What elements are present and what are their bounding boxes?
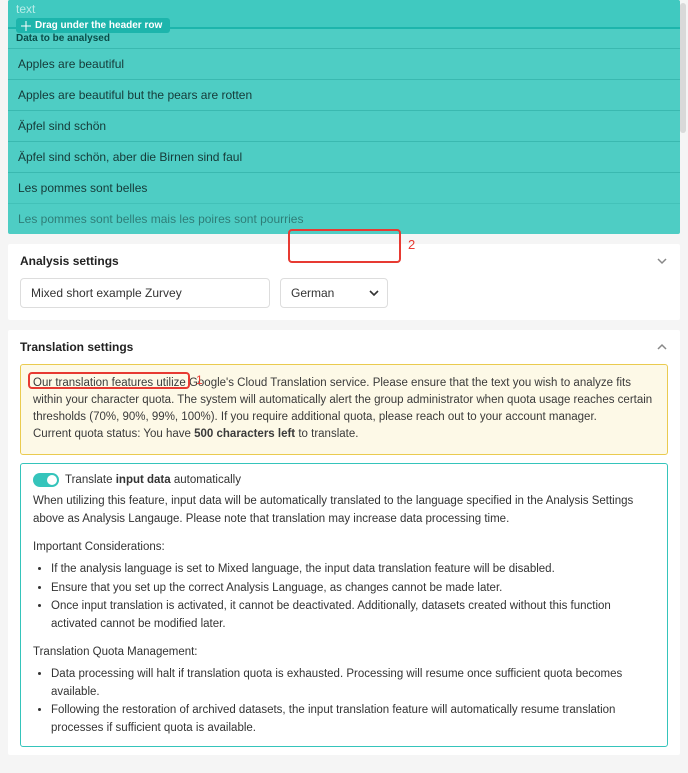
list-item: Ensure that you set up the correct Analy… (51, 580, 655, 598)
callout-number: 2 (408, 237, 415, 252)
quota-mgmt-heading: Translation Quota Management: (33, 644, 655, 662)
list-item: Data processing will halt if translation… (51, 666, 655, 702)
language-value: German (291, 286, 334, 300)
chevron-down-icon (368, 287, 380, 299)
table-row[interactable]: Apples are beautiful but the pears are r… (8, 79, 680, 110)
quota-warning: Our translation features utilize Google'… (20, 364, 668, 455)
drag-hint-pill[interactable]: Drag under the header row (16, 18, 170, 33)
callout-number: 1 (196, 373, 203, 387)
toggle-label: Translate input data automatically (65, 472, 241, 490)
list-item: Once input translation is activated, it … (51, 598, 655, 634)
list-item: If the analysis language is set to Mixed… (51, 561, 655, 579)
table-row[interactable]: Apples are beautiful (8, 48, 680, 79)
table-row[interactable]: Äpfel sind schön (8, 110, 680, 141)
panel-title: Analysis settings (20, 254, 119, 268)
considerations-list: If the analysis language is set to Mixed… (51, 561, 655, 634)
analysis-settings-panel: Analysis settings German (8, 244, 680, 320)
column-name: text (16, 2, 35, 16)
quota-mgmt-list: Data processing will halt if translation… (51, 666, 655, 738)
data-table: text Drag under the header row Data to b… (8, 0, 680, 234)
chevron-up-icon[interactable] (656, 341, 668, 353)
analysis-name-input[interactable] (20, 278, 270, 308)
considerations-heading: Important Considerations: (33, 539, 655, 557)
translation-settings-panel: Translation settings Our translation fea… (8, 330, 680, 756)
translation-desc: When utilizing this feature, input data … (33, 493, 655, 529)
translation-info-box: Translate input data automatically When … (20, 463, 668, 748)
table-row[interactable]: Les pommes sont belles (8, 172, 680, 203)
list-item: Following the restoration of archived da… (51, 702, 655, 738)
table-row[interactable]: Äpfel sind schön, aber die Birnen sind f… (8, 141, 680, 172)
language-select[interactable]: German (280, 278, 388, 308)
table-row[interactable]: Les pommes sont belles mais les poires s… (8, 203, 680, 234)
move-icon (21, 21, 31, 31)
translate-input-toggle[interactable] (33, 473, 59, 487)
chevron-down-icon[interactable] (656, 255, 668, 267)
panel-title: Translation settings (20, 340, 133, 354)
scrollbar[interactable] (680, 3, 686, 133)
